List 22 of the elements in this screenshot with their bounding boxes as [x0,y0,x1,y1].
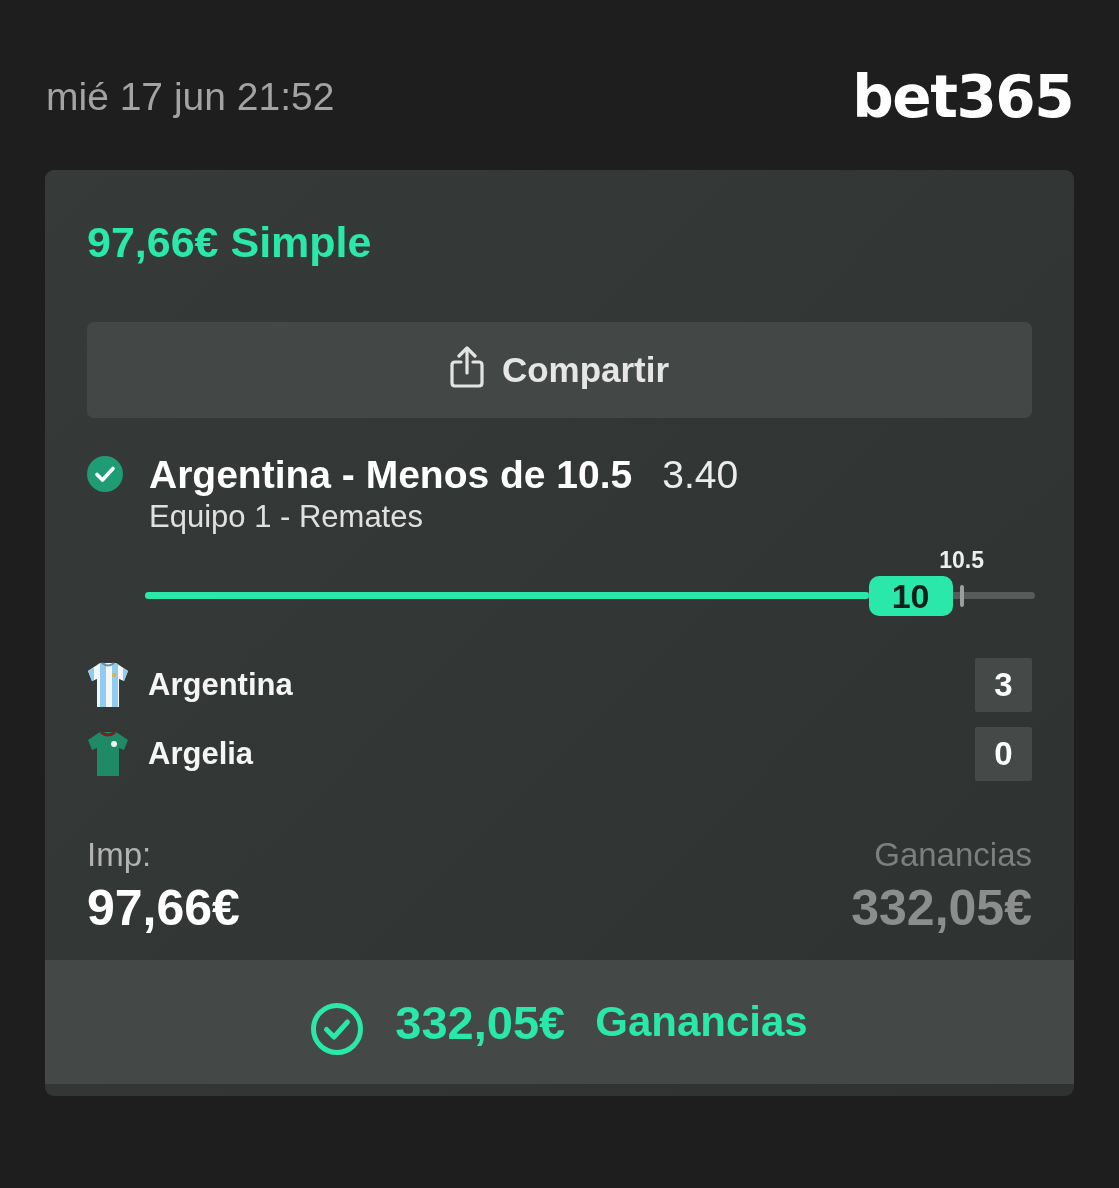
odds-value: 3.40 [662,453,739,497]
result-amount: 332,05€ [395,994,566,1050]
progress-thumb: 10 [868,576,953,616]
returns-label: Ganancias [874,836,1032,874]
line-value: 10.5 [939,546,984,574]
date-time: mié 17 jun 21:52 [46,74,335,120]
share-icon [449,346,484,388]
returns-value: 332,05€ [851,880,1032,936]
check-circle-icon [311,1003,364,1055]
selection-name: Argentina - Menos de 10.5 [149,453,633,497]
brand-logo: bet365 [852,65,1073,129]
team-score: 3 [975,658,1032,712]
team-score: 0 [975,727,1032,781]
team-name: Argentina [148,667,293,703]
team-name: Argelia [148,736,254,772]
bet-title: 97,66€ Simple [87,217,372,267]
market-name: Equipo 1 - Remates [149,499,423,535]
result-label: Ganancias [595,998,808,1046]
share-button[interactable]: Compartir [87,322,1032,418]
stake-label: Imp: [87,836,152,874]
line-marker [959,585,964,607]
stake-value: 97,66€ [87,880,240,936]
